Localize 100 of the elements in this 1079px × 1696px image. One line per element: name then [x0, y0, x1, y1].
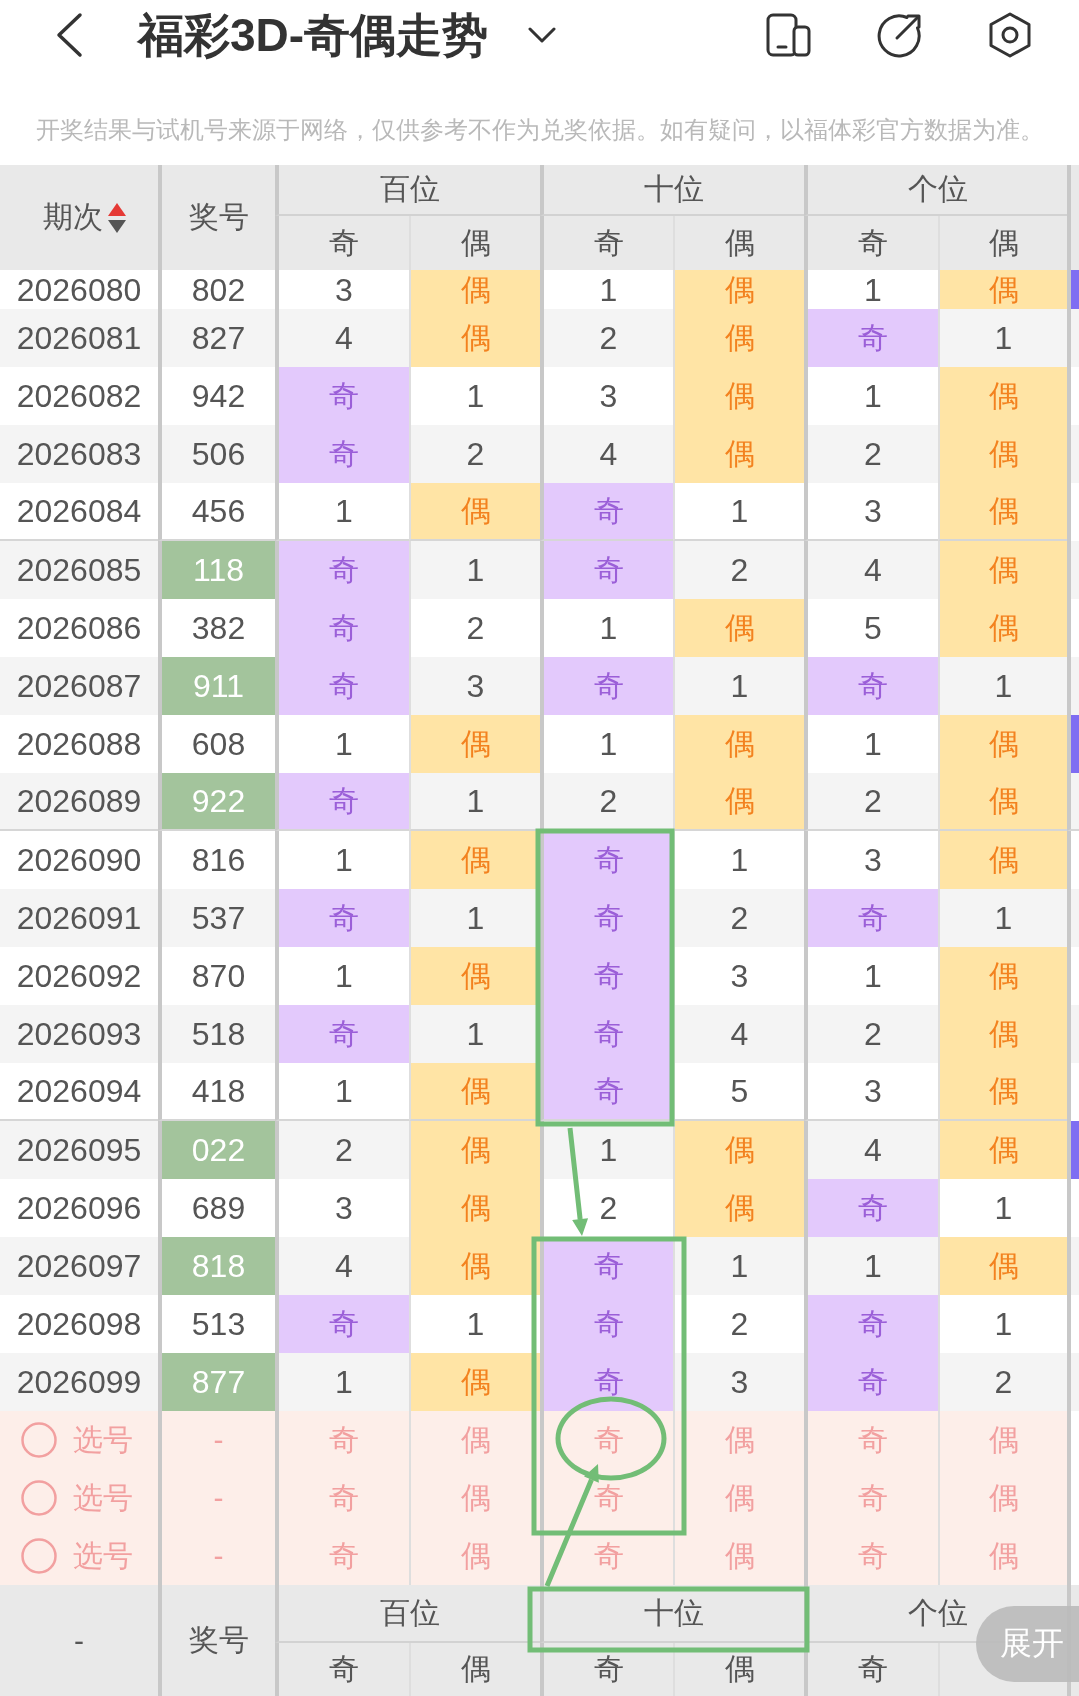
odd-hit-cell: 奇: [540, 1063, 673, 1121]
number-cell: 518: [158, 1005, 275, 1063]
miss-count-cell: 4: [804, 1121, 938, 1179]
pick-option[interactable]: 偶: [673, 1411, 804, 1469]
arrow-circle-icon: [877, 12, 922, 58]
page-title: 福彩3D-奇偶走势: [138, 9, 489, 61]
devices-button[interactable]: [766, 13, 811, 57]
miss-count-cell: 2: [409, 425, 540, 483]
period-cell: 2026099: [0, 1353, 158, 1411]
even-hit-cell: 偶: [673, 599, 804, 657]
number-cell: 818: [158, 1237, 275, 1295]
pick-radio[interactable]: 选号: [0, 1527, 158, 1585]
even-hit-cell: 偶: [938, 947, 1067, 1005]
settings-icon: [988, 12, 1032, 58]
period-cell: 2026091: [0, 889, 158, 947]
pick-option[interactable]: 偶: [938, 1527, 1067, 1585]
period-cell: 2026081: [0, 309, 158, 367]
odd-hit-cell: 奇: [275, 541, 409, 599]
column-header: -: [73, 1622, 85, 1659]
period-cell: 2026087: [0, 657, 158, 715]
miss-count-cell: 1: [673, 1237, 804, 1295]
pick-option[interactable]: 偶: [938, 1469, 1067, 1527]
even-hit-cell: 偶: [673, 773, 804, 831]
pick-option[interactable]: 偶: [409, 1527, 540, 1585]
number-cell: 827: [158, 309, 275, 367]
miss-count-cell: 2: [275, 1121, 409, 1179]
miss-count-cell: 4: [540, 425, 673, 483]
miss-count-cell: 2: [673, 889, 804, 947]
even-hit-cell: 偶: [409, 1237, 540, 1295]
odd-hit-cell: 奇: [540, 889, 673, 947]
number-cell: 506: [158, 425, 275, 483]
miss-count-cell: 1: [673, 483, 804, 541]
miss-count-cell: 1: [938, 889, 1067, 947]
odd-hit-cell: 奇: [804, 657, 938, 715]
miss-count-cell: 2: [804, 1005, 938, 1063]
pick-option[interactable]: 偶: [673, 1469, 804, 1527]
even-hit-cell: 偶: [938, 425, 1067, 483]
sort-header[interactable]: 期次: [42, 197, 126, 238]
pick-option[interactable]: 奇: [275, 1527, 409, 1585]
odd-hit-cell: 奇: [275, 657, 409, 715]
miss-count-cell: 1: [938, 309, 1067, 367]
expand-button[interactable]: 展开: [976, 1606, 1079, 1682]
odd-hit-cell: 奇: [275, 889, 409, 947]
number-cell: 877: [158, 1353, 275, 1411]
odd-hit-cell: 奇: [804, 1179, 938, 1237]
even-hit-cell: 偶: [673, 270, 804, 311]
even-hit-cell: 偶: [938, 270, 1067, 311]
pick-option[interactable]: 奇: [275, 1411, 409, 1469]
even-hit-cell: 偶: [938, 831, 1067, 889]
even-hit-cell: 偶: [409, 309, 540, 367]
odd-hit-cell: 奇: [540, 541, 673, 599]
back-button[interactable]: [55, 12, 83, 58]
even-hit-cell: 偶: [938, 1237, 1067, 1295]
even-hit-cell: 偶: [409, 1179, 540, 1237]
even-hit-cell: 偶: [673, 367, 804, 425]
miss-count-cell: 4: [673, 1005, 804, 1063]
miss-count-cell: 3: [673, 1353, 804, 1411]
even-hit-cell: 偶: [938, 541, 1067, 599]
number-cell: 418: [158, 1063, 275, 1121]
period-cell: 2026093: [0, 1005, 158, 1063]
even-hit-cell: 偶: [938, 483, 1067, 541]
share-button[interactable]: [877, 12, 922, 58]
miss-count-cell: 1: [409, 541, 540, 599]
period-cell: 2026097: [0, 1237, 158, 1295]
period-cell: 2026085: [0, 541, 158, 599]
pick-option[interactable]: 奇: [540, 1469, 673, 1527]
pick-option[interactable]: 偶: [938, 1411, 1067, 1469]
even-hit-cell: 偶: [938, 1063, 1067, 1121]
pick-option[interactable]: 奇: [275, 1469, 409, 1527]
pick-option[interactable]: 奇: [804, 1469, 938, 1527]
pick-option[interactable]: 奇: [540, 1411, 673, 1469]
pick-option[interactable]: 奇: [804, 1527, 938, 1585]
miss-count-cell: 1: [275, 1063, 409, 1121]
odd-hit-cell: 奇: [275, 425, 409, 483]
number-cell: -: [158, 1527, 275, 1585]
even-hit-cell: 偶: [673, 715, 804, 773]
even-hit-cell: 偶: [409, 715, 540, 773]
chevron-down-icon: [528, 26, 557, 44]
odd-hit-cell: 奇: [275, 1005, 409, 1063]
odd-hit-cell: 奇: [540, 1295, 673, 1353]
dropdown-button[interactable]: [528, 26, 557, 44]
odd-hit-cell: 奇: [275, 773, 409, 831]
odd-hit-cell: 奇: [540, 483, 673, 541]
odd-hit-cell: 奇: [540, 1005, 673, 1063]
pick-option[interactable]: 偶: [409, 1469, 540, 1527]
miss-count-cell: 2: [673, 541, 804, 599]
settings-button[interactable]: [988, 12, 1032, 58]
odd-hit-cell: 奇: [540, 947, 673, 1005]
pick-option[interactable]: 偶: [673, 1527, 804, 1585]
miss-count-cell: 3: [804, 1063, 938, 1121]
pick-option[interactable]: 奇: [804, 1411, 938, 1469]
odd-hit-cell: 奇: [275, 599, 409, 657]
number-cell: 922: [158, 773, 275, 831]
column-header: 奖号: [158, 1585, 275, 1696]
even-hit-cell: 偶: [409, 1121, 540, 1179]
miss-count-cell: 2: [804, 425, 938, 483]
pick-option[interactable]: 偶: [409, 1411, 540, 1469]
pick-radio[interactable]: 选号: [0, 1469, 158, 1527]
miss-count-cell: 2: [804, 773, 938, 831]
pick-radio[interactable]: 选号: [0, 1411, 158, 1469]
